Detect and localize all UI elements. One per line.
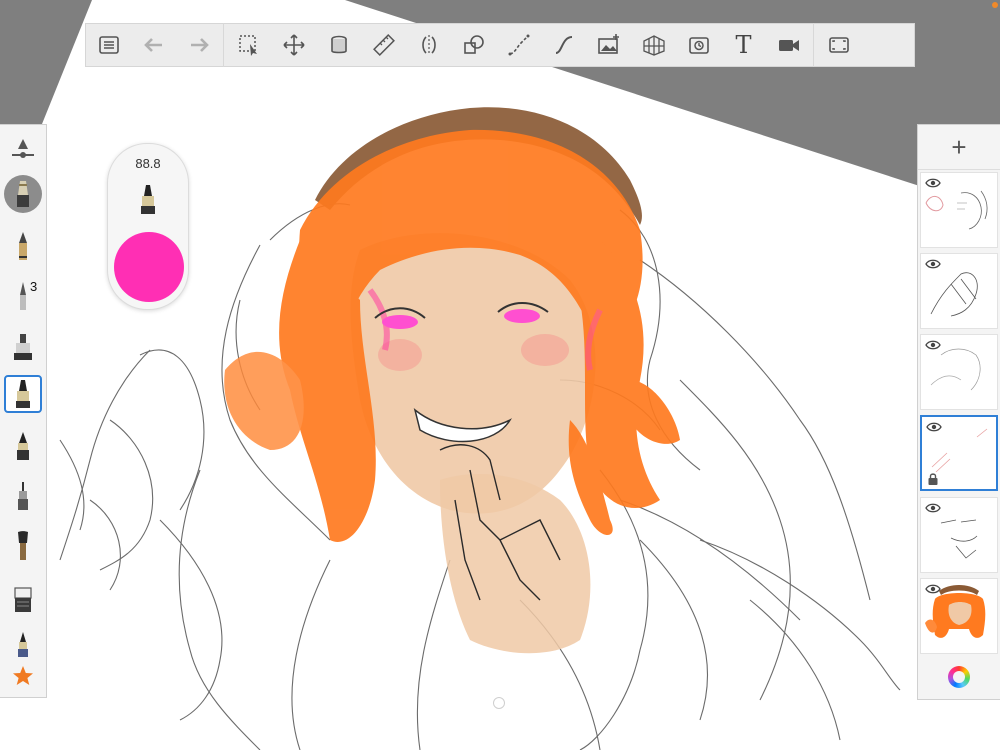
- lock-icon[interactable]: [927, 472, 939, 486]
- selected-brush-icon[interactable]: [4, 375, 42, 413]
- skin-shapes: [350, 233, 596, 654]
- ink-pen-icon[interactable]: [4, 427, 42, 465]
- layer-6[interactable]: [920, 578, 998, 654]
- undo-icon[interactable]: [131, 23, 176, 67]
- brush-size-value: 88.8: [135, 156, 161, 171]
- tech-pen-icon[interactable]: [4, 477, 42, 515]
- visibility-eye-icon[interactable]: [925, 339, 941, 351]
- stroke-icon[interactable]: [541, 23, 586, 67]
- brush-count-badge: 3: [30, 279, 38, 294]
- timelapse-icon[interactable]: [676, 23, 721, 67]
- brush-settings-icon[interactable]: [4, 131, 42, 169]
- record-icon[interactable]: [766, 23, 811, 67]
- symmetry-icon[interactable]: [406, 23, 451, 67]
- text-icon[interactable]: T: [721, 23, 766, 67]
- visibility-eye-icon[interactable]: [925, 502, 941, 514]
- main-toolbar: T: [85, 23, 915, 67]
- shapes-icon[interactable]: [451, 23, 496, 67]
- visibility-eye-icon[interactable]: [925, 583, 941, 595]
- curve-icon[interactable]: [496, 23, 541, 67]
- color-wheel-icon[interactable]: [948, 666, 970, 688]
- favorites-star-icon[interactable]: [4, 658, 42, 696]
- airbrush-icon[interactable]: [4, 175, 42, 213]
- add-image-icon[interactable]: [586, 23, 631, 67]
- menu-icon[interactable]: [86, 23, 131, 67]
- layer-4[interactable]: [920, 415, 998, 491]
- notification-dot: [992, 2, 998, 8]
- drawing-canvas[interactable]: [0, 0, 1000, 750]
- visibility-eye-icon[interactable]: [925, 177, 941, 189]
- perspective-icon[interactable]: [631, 23, 676, 67]
- selection-icon[interactable]: [226, 23, 271, 67]
- redo-icon[interactable]: [176, 23, 221, 67]
- toolbar-divider: [813, 23, 814, 67]
- current-brush-icon: [141, 185, 155, 214]
- paint-brush-icon[interactable]: [4, 527, 42, 565]
- layer-5[interactable]: [920, 497, 998, 573]
- marker-icon[interactable]: [4, 327, 42, 365]
- brush-puck[interactable]: 88.8: [107, 143, 189, 310]
- toolbar-divider: [223, 23, 224, 67]
- canvas-indicator: [493, 697, 505, 709]
- fullscreen-icon[interactable]: [816, 23, 861, 67]
- layer-1[interactable]: [920, 172, 998, 248]
- layer-2[interactable]: [920, 253, 998, 329]
- visibility-eye-icon[interactable]: [925, 258, 941, 270]
- transform-icon[interactable]: [271, 23, 316, 67]
- layer-3[interactable]: [920, 334, 998, 410]
- brush-palette: 3: [0, 124, 47, 698]
- current-color-swatch[interactable]: [114, 232, 184, 302]
- add-layer-button[interactable]: +: [918, 125, 1000, 170]
- eraser-icon[interactable]: [4, 580, 42, 618]
- pencil-icon[interactable]: [4, 227, 42, 265]
- visibility-eye-icon[interactable]: [926, 421, 942, 433]
- fill-icon[interactable]: [316, 23, 361, 67]
- ruler-icon[interactable]: [361, 23, 406, 67]
- layer-panel: +: [917, 124, 1000, 700]
